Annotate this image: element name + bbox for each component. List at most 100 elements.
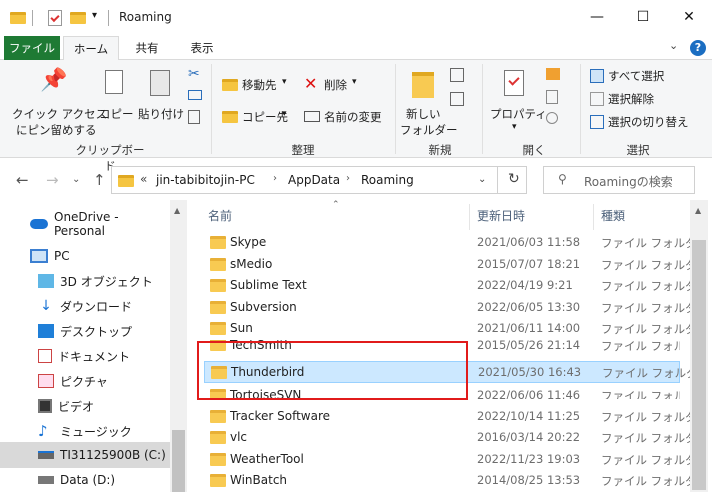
- new-folder-quick-icon[interactable]: [70, 12, 86, 24]
- help-icon[interactable]: ?: [690, 40, 706, 56]
- table-row[interactable]: Sun 2021/06/11 14:00 ファイル フォルダー: [204, 318, 708, 340]
- close-button[interactable]: ✕: [666, 0, 712, 34]
- search-box[interactable]: ⚲ Roamingの検索: [543, 166, 695, 194]
- folder-icon: [210, 257, 226, 271]
- nav-item-3d-objects[interactable]: 3D オブジェクト: [0, 269, 170, 293]
- tab-file[interactable]: ファイル: [4, 36, 60, 60]
- edit-icon[interactable]: [546, 90, 558, 104]
- invert-selection-icon: [590, 115, 604, 129]
- paste-button[interactable]: 貼り付け: [136, 64, 186, 126]
- row-name: Skype: [230, 235, 267, 249]
- nav-item-onedrive[interactable]: OneDrive - Personal: [0, 210, 170, 238]
- refresh-icon[interactable]: ↻: [508, 171, 520, 187]
- table-row[interactable]: Subversion 2022/06/05 13:30 ファイル フォルダー: [204, 297, 708, 319]
- search-icon: ⚲: [558, 172, 567, 186]
- row-date: 2022/06/05 13:30: [477, 299, 581, 314]
- nav-item-label: ピクチャ: [60, 374, 108, 389]
- copy-path-icon[interactable]: [188, 90, 202, 100]
- copy-to-button[interactable]: コピー先 ▾: [220, 106, 292, 128]
- row-name: WeatherTool: [230, 451, 304, 466]
- nav-item-documents[interactable]: ドキュメント: [0, 344, 170, 368]
- move-to-dropdown-icon: ▾: [282, 77, 287, 87]
- nav-item-label: Data (D:): [60, 473, 116, 487]
- customize-quick-access-icon[interactable]: ▾: [92, 10, 97, 21]
- divider: [32, 10, 33, 26]
- nav-scroll-thumb[interactable]: [172, 430, 185, 492]
- new-folder-button[interactable]: 新しい フォルダー: [400, 64, 458, 137]
- row-date: 2022/11/23 19:03: [477, 451, 581, 466]
- column-header-name[interactable]: 名前: [208, 200, 468, 230]
- nav-item-pictures[interactable]: ピクチャ: [0, 369, 170, 393]
- delete-icon: ✕: [304, 74, 318, 93]
- properties-label: プロパティ: [490, 107, 547, 121]
- file-list: ⌃ 名前 更新日時 種類 Skype 2021/06/03 11:58 ファイル…: [190, 200, 712, 492]
- select-group-label: 選択: [626, 143, 650, 157]
- expand-ribbon-icon[interactable]: ⌄: [669, 39, 678, 52]
- nav-item-videos[interactable]: ビデオ: [0, 394, 170, 418]
- tab-view[interactable]: 表示: [176, 36, 228, 60]
- scroll-up-icon[interactable]: ▲: [174, 206, 180, 215]
- nav-item-drive-d[interactable]: Data (D:): [0, 468, 170, 492]
- up-icon[interactable]: ↑: [93, 171, 106, 189]
- cut-icon[interactable]: ✂: [188, 66, 200, 82]
- column-header-type[interactable]: 種類: [601, 200, 691, 230]
- row-name: vlc: [230, 430, 248, 444]
- chevron-right-icon[interactable]: ›: [346, 173, 350, 184]
- select-none-button[interactable]: 選択解除: [588, 89, 708, 109]
- properties-dropdown-icon: ▾: [512, 122, 517, 132]
- minimize-button[interactable]: —: [574, 0, 620, 34]
- copy-button[interactable]: コピー: [97, 64, 134, 126]
- list-scroll-thumb[interactable]: [692, 240, 706, 490]
- move-to-button[interactable]: 移動先 ▾: [220, 74, 292, 96]
- nav-item-pc[interactable]: PC: [0, 244, 170, 268]
- easy-access-icon[interactable]: [450, 92, 464, 106]
- properties-button[interactable]: プロパティ ▾: [488, 64, 547, 136]
- breadcrumb-appdata[interactable]: AppData: [288, 173, 340, 187]
- properties-quick-icon[interactable]: [48, 10, 62, 26]
- pin-quick-access-button[interactable]: 📌 クイック アクセス にピン留めする: [6, 64, 107, 137]
- table-row[interactable]: vlc 2016/03/14 20:22 ファイル フォルダー: [204, 427, 708, 449]
- table-row[interactable]: Tracker Software 2022/10/14 11:25 ファイル フ…: [204, 406, 708, 428]
- scroll-up-icon[interactable]: ▲: [695, 206, 701, 215]
- move-to-icon: [222, 79, 238, 91]
- maximize-button[interactable]: ☐: [620, 0, 666, 34]
- column-divider[interactable]: [469, 204, 470, 230]
- row-date: 2015/05/26 21:14: [477, 340, 581, 352]
- column-divider[interactable]: [593, 204, 594, 230]
- nav-item-label: ミュージック: [60, 424, 132, 439]
- new-item-icon[interactable]: [450, 68, 464, 82]
- organize-group-label: 整理: [291, 143, 315, 157]
- nav-item-music[interactable]: ♪ ミュージック: [0, 419, 170, 443]
- address-bar[interactable]: « jin-tabibitojin-PC › AppData › Roaming…: [111, 166, 527, 194]
- row-name: Subversion: [230, 299, 297, 314]
- rename-button[interactable]: 名前の変更: [302, 106, 390, 128]
- open-icon[interactable]: [546, 68, 560, 80]
- breadcrumb-overflow[interactable]: «: [140, 172, 147, 186]
- breadcrumb-roaming[interactable]: Roaming: [361, 173, 414, 187]
- address-dropdown-icon[interactable]: ⌄: [478, 174, 486, 185]
- column-header-date[interactable]: 更新日時: [477, 200, 595, 230]
- table-row[interactable]: WeatherTool 2022/11/23 19:03 ファイル フォルダー: [204, 449, 708, 471]
- breadcrumb-pc[interactable]: jin-tabibitojin-PC: [156, 173, 255, 187]
- row-name: sMedio: [230, 256, 273, 271]
- table-row[interactable]: Skype 2021/06/03 11:58 ファイル フォルダー: [204, 232, 708, 254]
- nav-item-desktop[interactable]: デスクトップ: [0, 319, 170, 343]
- table-row[interactable]: Sublime Text 2022/04/19 9:21 ファイル フォルダー: [204, 275, 708, 297]
- copy-to-dropdown-icon: ▾: [282, 109, 287, 119]
- select-all-button[interactable]: すべて選択: [588, 66, 708, 86]
- tab-home[interactable]: ホーム: [63, 36, 119, 61]
- nav-item-downloads[interactable]: ↓ ダウンロード: [0, 294, 170, 318]
- forward-icon[interactable]: →: [46, 171, 59, 189]
- delete-button[interactable]: ✕ 削除 ▾: [302, 74, 364, 96]
- invert-selection-button[interactable]: 選択の切り替え: [588, 112, 708, 132]
- table-row[interactable]: WinBatch 2014/08/25 13:53 ファイル フォルダー: [204, 470, 708, 492]
- nav-item-drive-c[interactable]: TI31125900B (C:): [0, 442, 170, 468]
- tab-share[interactable]: 共有: [124, 36, 170, 60]
- group-separator: [482, 64, 483, 154]
- recent-locations-icon[interactable]: ⌄: [72, 174, 80, 185]
- chevron-right-icon[interactable]: ›: [273, 173, 277, 184]
- table-row[interactable]: sMedio 2015/07/07 18:21 ファイル フォルダー: [204, 254, 708, 276]
- back-icon[interactable]: ←: [16, 171, 29, 189]
- paste-shortcut-icon[interactable]: [188, 110, 200, 124]
- history-icon[interactable]: [546, 112, 558, 124]
